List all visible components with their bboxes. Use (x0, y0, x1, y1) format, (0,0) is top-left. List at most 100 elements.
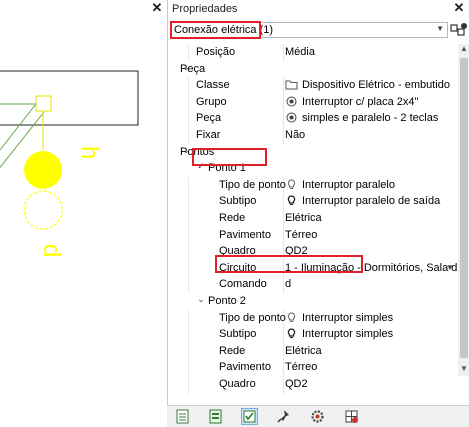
property-value-text: Interruptor simples (302, 311, 394, 324)
property-value[interactable]: Dispositivo Elétrico - embutido (285, 79, 457, 91)
grid-icon (345, 410, 358, 423)
checked-expander-icon[interactable]: ✓ (196, 161, 206, 172)
property-value[interactable]: Interruptor simples (285, 312, 457, 324)
check-icon-button[interactable] (241, 408, 258, 425)
panel-close-icon[interactable]: ✕ (453, 1, 465, 14)
property-value-text: Média (285, 46, 315, 58)
chevron-down-icon[interactable]: ▼ (446, 263, 454, 272)
property-value-text: QD2 (285, 378, 308, 390)
bulb-icon (287, 195, 296, 206)
panel-header: Propriedades ✕ (168, 0, 469, 18)
property-value[interactable]: 1 - Iluminação - Dormitórios, Sala de ..… (285, 262, 457, 274)
property-label: Fixar (196, 129, 221, 141)
property-value[interactable]: Não (285, 129, 457, 141)
pin-icon-button[interactable] (275, 408, 292, 425)
grid-property-row[interactable]: Comando d (168, 276, 458, 293)
property-value[interactable]: simples e paralelo - 2 teclas (285, 112, 457, 124)
grid-property-row[interactable]: Tipo de ponto Interruptor simples (168, 310, 458, 327)
property-value[interactable]: QD2 (285, 378, 457, 390)
property-value[interactable]: Térreo (285, 361, 457, 373)
gear-icon-button[interactable] (309, 408, 326, 425)
grid-group-row[interactable]: ✓ Ponto 1 (168, 160, 458, 177)
grid-group-row[interactable]: ⌄ Peça (168, 60, 458, 78)
pin-icon (277, 410, 289, 423)
scrollbar[interactable]: ▲ ▼ (458, 44, 469, 376)
grid-property-row[interactable]: Classe Dispositivo Elétrico - embutido (168, 77, 458, 94)
property-value[interactable]: Interruptor paralelo (285, 179, 457, 191)
check-icon (243, 410, 256, 423)
quick-select-icon[interactable] (450, 21, 468, 39)
grid-property-row[interactable]: Circuito1 - Iluminação - Dormitórios, Sa… (168, 393, 458, 394)
property-value-text: QD2 (285, 245, 308, 258)
property-value-text: Interruptor simples (302, 328, 394, 341)
property-value[interactable]: Interruptor paralelo de saída (285, 195, 457, 207)
property-value[interactable]: Interruptor simples (285, 328, 457, 340)
canvas-close-icon[interactable]: ✕ (151, 1, 163, 14)
property-label: Circuito (219, 261, 257, 274)
table-icon (176, 409, 189, 424)
property-label: Quadro (219, 245, 256, 258)
grid-property-row[interactable]: Grupo Interruptor c/ placa 2x4" (168, 94, 458, 111)
property-value-text: Térreo (285, 228, 318, 241)
property-value[interactable]: Elétrica (285, 212, 457, 224)
grid-property-row[interactable]: Subtipo Interruptor paralelo de saída (168, 193, 458, 210)
switch-dashed-circle (23, 190, 63, 230)
grip-square[interactable] (35, 95, 52, 112)
property-value[interactable]: Térreo (285, 229, 457, 241)
bulb-outline-icon (287, 312, 296, 322)
grid-property-row[interactable]: Peça simples e paralelo - 2 teclas (168, 110, 458, 127)
grid-property-row[interactable]: Quadro QD2 (168, 243, 458, 260)
property-label: Peça (180, 62, 206, 75)
bulb-outline-icon (287, 179, 296, 189)
drawing-line (0, 103, 37, 151)
property-value[interactable]: Interruptor c/ placa 2x4" (285, 96, 457, 108)
property-value-text: Térreo (285, 361, 318, 374)
property-value-text: simples e paralelo - 2 teclas (302, 112, 439, 125)
grid-group-row[interactable]: ⌄ Pontos (168, 143, 458, 161)
grid-property-row[interactable]: Rede Elétrica (168, 343, 458, 360)
property-label: Classe (196, 79, 230, 92)
property-label: Peça (196, 112, 222, 125)
list-icon-button[interactable] (207, 408, 224, 425)
drawing-canvas[interactable]: h d ✕ (0, 0, 165, 405)
grid-property-row[interactable]: Tipo de ponto Interruptor paralelo (168, 177, 458, 194)
scrollbar-thumb[interactable] (460, 58, 468, 358)
table-icon-button[interactable] (174, 408, 191, 425)
property-value-text: Interruptor paralelo (302, 178, 395, 191)
expand-chevron-icon[interactable]: ⌄ (196, 294, 206, 305)
property-value[interactable]: Média (285, 46, 457, 58)
grid-property-row[interactable]: Pavimento Térreo (168, 227, 458, 244)
property-value-text: Interruptor paralelo de saída (302, 195, 441, 208)
chevron-down-icon[interactable]: ▼ (436, 24, 444, 33)
scroll-down-icon[interactable]: ▼ (458, 364, 469, 376)
property-label: Subtipo (219, 195, 257, 208)
property-grid: Posição Média ⌄ Peça Classe Dispositivo Elétr… (168, 44, 458, 394)
grid-property-row[interactable]: Subtipo Interruptor simples (168, 326, 458, 343)
grid-property-row[interactable]: Posição Média (168, 44, 458, 61)
grid-property-row[interactable]: Fixar Não (168, 127, 458, 144)
grid-property-row[interactable]: Quadro QD2 (168, 376, 458, 393)
object-selector[interactable]: Conexão elétrica (1) ▼ (170, 22, 448, 38)
property-value[interactable]: Elétrica (285, 345, 457, 357)
property-value[interactable]: QD2 (285, 245, 457, 257)
property-label: Rede (219, 212, 246, 224)
grid-group-row[interactable]: ⌄ Ponto 2 (168, 293, 458, 310)
target-icon (286, 112, 297, 123)
property-value[interactable]: d (285, 278, 457, 290)
scroll-up-icon[interactable]: ▲ (458, 44, 469, 56)
property-label: Ponto 1 (208, 162, 246, 175)
property-label: Pontos (180, 145, 215, 158)
gear-icon (311, 410, 324, 423)
property-value-text: Interruptor c/ placa 2x4" (302, 95, 419, 108)
grid-icon-button[interactable] (343, 408, 360, 425)
grid-property-row[interactable]: Circuito 1 - Iluminação - Dormitórios, Sa… (168, 260, 458, 277)
property-label: Pavimento (219, 228, 271, 241)
grid-property-row[interactable]: Rede Elétrica (168, 210, 458, 227)
label-d: d (38, 244, 65, 257)
grid-property-row[interactable]: Pavimento Térreo (168, 359, 458, 376)
target-icon (286, 96, 297, 107)
property-label: Tipo de ponto (219, 311, 286, 324)
property-label: Pavimento (219, 361, 271, 374)
properties-panel: Propriedades ✕ Conexão elétrica (1) ▼ Po… (167, 0, 469, 405)
bulb-icon (287, 328, 296, 339)
